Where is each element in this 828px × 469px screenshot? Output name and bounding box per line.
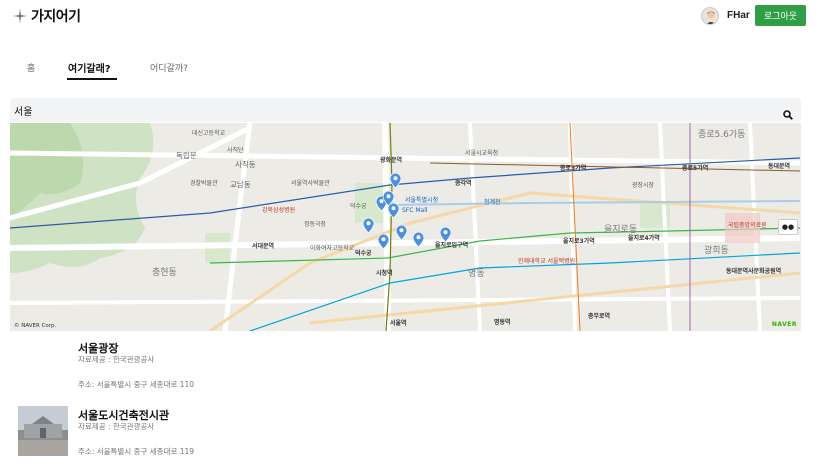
station-label: 을지로3가역 <box>563 238 595 245</box>
logout-button[interactable]: 로그아웃 <box>755 5 806 26</box>
place-label: 사직단 <box>227 147 244 154</box>
result-address: 주소: 서울특별시 중구 세종대로 110 <box>78 380 195 389</box>
logo[interactable]: 가지어기 <box>12 6 81 26</box>
place-label: 서울역사박물관 <box>291 180 330 187</box>
area-label: 종로5.6가동 <box>698 130 746 140</box>
avatar[interactable] <box>701 7 719 25</box>
place-label: 정동극장 <box>304 221 327 228</box>
area-label: 사직동 <box>235 160 256 169</box>
place-label: 덕수궁 <box>350 203 367 210</box>
search-icon[interactable] <box>783 105 793 120</box>
map-pin-icon[interactable] <box>378 234 389 249</box>
tab-where-shall-we-go[interactable]: 어디갈까? <box>150 61 188 74</box>
station-label: 종각역 <box>455 180 472 187</box>
map-pin-icon[interactable] <box>388 203 399 218</box>
station-label: 광화문역 <box>380 157 403 164</box>
tab-home[interactable]: 홈 <box>27 61 35 74</box>
station-label: 서울역 <box>390 320 407 327</box>
station-label: 종로5가역 <box>682 165 709 172</box>
station-label: 동대문역 <box>768 163 791 170</box>
map-copyright: © NAVER Corp. <box>14 323 57 329</box>
place-label: 서울특별시청 <box>405 197 439 204</box>
place-label: 이화여자고등학교 <box>310 245 355 252</box>
result-source: 자료제공 : 한국관광공사 <box>78 355 155 364</box>
sparkle-icon <box>12 8 28 24</box>
result-source: 자료제공 : 한국관광공사 <box>78 422 155 431</box>
street-view-button[interactable]: ●● <box>778 219 798 235</box>
area-label: 광희동 <box>704 246 729 256</box>
map-pin-icon[interactable] <box>363 218 374 233</box>
station-label: 을지로4가역 <box>628 235 660 242</box>
place-label: 대신고등학교 <box>192 130 226 137</box>
area-label: 명동 <box>468 269 485 279</box>
map-view[interactable]: 종로5.6가동 을지로동 광희동 충현동 명동 사직동 교남동 광화문역 종각역… <box>10 123 801 331</box>
place-label: 강북삼성병원 <box>262 207 296 214</box>
station-label: 종로3가역 <box>560 165 587 172</box>
station-label: 서대문역 <box>252 243 275 250</box>
active-tab-indicator <box>67 78 117 80</box>
station-label: 충무로역 <box>588 313 611 320</box>
map-pin-icon[interactable] <box>413 232 424 247</box>
map-pin-icon[interactable] <box>396 225 407 240</box>
app-header: 가지어기 FHar 로그아웃 <box>0 0 828 36</box>
result-address: 주소: 서울특별시 중구 세종대로 119 <box>78 447 195 456</box>
area-label: 교남동 <box>230 180 251 189</box>
map-pin-icon[interactable] <box>390 173 401 188</box>
logo-text: 가지어기 <box>31 9 81 25</box>
place-label: SFC Mall <box>402 207 428 214</box>
naver-logo: NAVER <box>771 321 797 328</box>
tab-where-to-go[interactable]: 여기갈래? <box>68 60 111 75</box>
place-label: 서울시교육청 <box>465 150 499 157</box>
result-thumbnail[interactable] <box>18 406 68 456</box>
map-pin-icon[interactable] <box>440 227 451 242</box>
search-bar <box>10 98 801 122</box>
user-name: FHar <box>727 10 750 21</box>
list-item[interactable]: 서울도시건축전시관 자료제공 : 한국관광공사 주소: 서울특별시 중구 세종대… <box>18 405 718 465</box>
area-label: 충현동 <box>152 268 177 278</box>
place-label: 독립문 <box>176 151 197 160</box>
station-label: 시청역 <box>376 270 393 277</box>
place-label: 광장시장 <box>632 182 655 189</box>
binoculars-icon: ●● <box>781 223 795 231</box>
station-label: 동대문역사문화공원역 <box>726 268 782 275</box>
place-label: 국립중앙의료원 <box>728 222 767 229</box>
place-label: 경찰박물관 <box>190 180 218 187</box>
list-item[interactable]: 서울광장 자료제공 : 한국관광공사 주소: 서울특별시 중구 세종대로 110 <box>18 339 718 394</box>
place-label: 청계천 <box>484 199 501 206</box>
station-label: 명동역 <box>494 319 511 326</box>
station-label: 덕수궁 <box>355 250 372 257</box>
search-input[interactable] <box>14 101 774 119</box>
place-label: 인제대학교 서울백병원 <box>518 258 576 265</box>
